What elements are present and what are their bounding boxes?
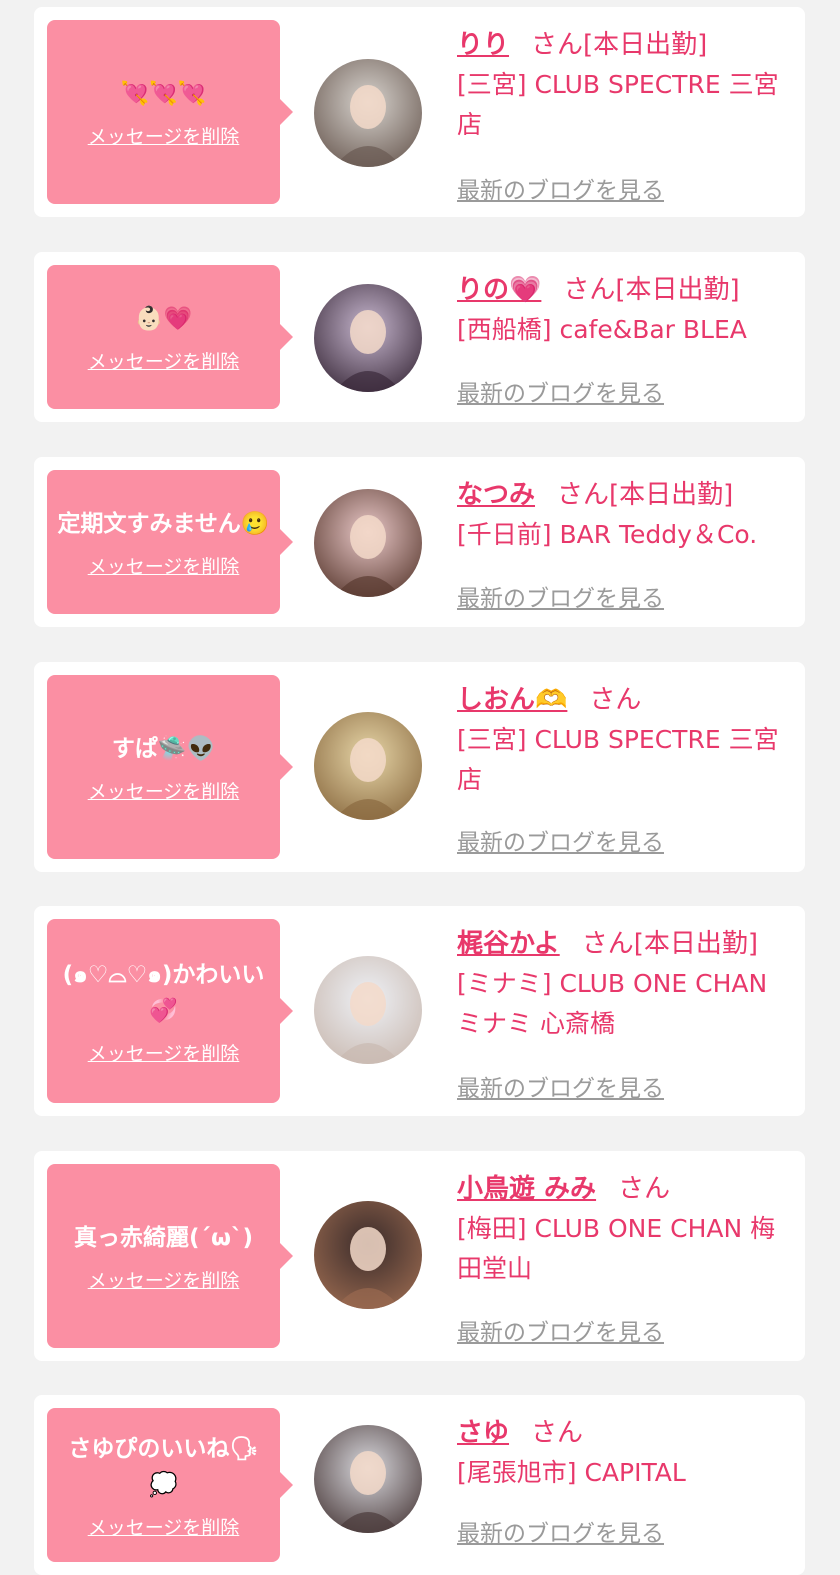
message-list: 💘💘💘 メッセージを削除 りり さん[本日出勤] [三宮] CLUB SPECT…: [0, 0, 840, 1575]
message-bubble: (๑♡⌓♡๑)かわいい💞 メッセージを削除: [47, 919, 293, 1103]
message-text: (๑♡⌓♡๑)かわいい💞: [62, 961, 265, 1024]
view-latest-blog-link[interactable]: 最新のブログを見る: [457, 1514, 664, 1548]
name-line: さゆ さん: [457, 1413, 791, 1453]
cast-name-link[interactable]: りの💗: [457, 275, 541, 305]
avatar-photo: [314, 1201, 422, 1309]
cast-info: 梶谷かよ さん[本日出勤] [ミナミ] CLUB ONE CHAN ミナミ 心斎橋: [457, 924, 791, 1044]
cast-info: りり さん[本日出勤] [三宮] CLUB SPECTRE 三宮店: [457, 25, 791, 145]
avatar-photo: [314, 59, 422, 167]
message-text: 💘💘💘: [120, 80, 207, 107]
name-line: しおん🫶 さん: [457, 680, 791, 720]
shop-name: [西船橋] cafe&Bar BLEA: [457, 315, 747, 344]
cast-info: なつみ さん[本日出勤] [千日前] BAR Teddy＆Co.: [457, 475, 791, 555]
attendance-status: [本日出勤]: [583, 30, 708, 60]
delete-message-link[interactable]: メッセージを削除: [88, 1039, 240, 1066]
name-line: 小鳥遊 みみ さん: [457, 1169, 791, 1209]
message-text: さゆぴのいいね🗣💭: [68, 1435, 259, 1498]
honorific: さん: [563, 275, 616, 305]
cast-name-link[interactable]: 梶谷かよ: [457, 929, 560, 959]
shop-name: [ミナミ] CLUB ONE CHAN ミナミ 心斎橋: [457, 969, 768, 1038]
attendance-status: [本日出勤]: [609, 480, 734, 510]
message-card: さゆぴのいいね🗣💭 メッセージを削除 さゆ さん [尾張旭市] CAPITAL …: [34, 1395, 805, 1575]
name-line: なつみ さん[本日出勤]: [457, 475, 791, 515]
honorific: さん: [557, 480, 610, 510]
message-card: 真っ赤綺麗(´ω`) メッセージを削除 小鳥遊 みみさん [梅田] CLUB: [34, 1151, 805, 1361]
message-card: すぱ🛸👽 メッセージを削除 しおん🫶 さん [三宮] CLUB SPECTRE …: [34, 662, 805, 872]
avatar[interactable]: [314, 712, 422, 820]
avatar-photo: [314, 956, 422, 1064]
delete-message-link[interactable]: メッセージを削除: [88, 777, 240, 804]
delete-message-link[interactable]: メッセージを削除: [88, 1266, 240, 1293]
delete-message-link[interactable]: メッセージを削除: [88, 1513, 240, 1540]
cast-info: さゆ さん [尾張旭市] CAPITAL: [457, 1413, 791, 1493]
message-bubble: 👶🏻💗 メッセージを削除: [47, 265, 293, 409]
view-latest-blog-link[interactable]: 最新のブログを見る: [457, 579, 664, 613]
cast-info: 小鳥遊 みみ さん [梅田] CLUB ONE CHAN 梅田堂山: [457, 1169, 791, 1289]
message-bubble: 真っ赤綺麗(´ω`) メッセージを削除: [47, 1164, 293, 1348]
cast-name-link[interactable]: りり: [457, 30, 509, 60]
message-text: 真っ赤綺麗(´ω`): [73, 1224, 253, 1251]
honorific: さん: [581, 929, 634, 959]
delete-message-link[interactable]: メッセージを削除: [88, 347, 240, 374]
honorific: さん: [618, 1174, 671, 1204]
message-card: 定期文すみません🥲 メッセージを削除 なつみ さん[本日出勤] [千日前] BA…: [34, 457, 805, 627]
cast-name-link[interactable]: 小鳥遊 みみ: [457, 1174, 596, 1204]
view-latest-blog-link[interactable]: 最新のブログを見る: [457, 823, 664, 857]
view-latest-blog-link[interactable]: 最新のブログを見る: [457, 1069, 664, 1103]
avatar[interactable]: [314, 1201, 422, 1309]
message-card: (๑♡⌓♡๑)かわいい💞 メッセージを削除 梶谷かよ さん[本日出勤] [ミナミ…: [34, 906, 805, 1116]
cast-info: しおん🫶 さん [三宮] CLUB SPECTRE 三宮店: [457, 680, 791, 800]
delete-message-link[interactable]: メッセージを削除: [88, 552, 240, 579]
shop-name: [三宮] CLUB SPECTRE 三宮店: [457, 725, 779, 794]
honorific: さん: [531, 1418, 584, 1448]
attendance-status: [本日出勤]: [615, 275, 740, 305]
view-latest-blog-link[interactable]: 最新のブログを見る: [457, 171, 664, 205]
honorific: さん: [589, 685, 642, 715]
cast-name-link[interactable]: さゆ: [457, 1418, 509, 1448]
attendance-status: [本日出勤]: [633, 929, 759, 959]
message-card: 👶🏻💗 メッセージを削除 りの💗 さん[本日出勤] [西船橋] cafe&Bar…: [34, 252, 805, 422]
cast-name-link[interactable]: なつみ: [457, 480, 535, 510]
delete-message-link[interactable]: メッセージを削除: [88, 122, 240, 149]
avatar-photo: [314, 489, 422, 597]
message-text: 👶🏻💗: [134, 305, 193, 332]
name-line: 梶谷かよ さん[本日出勤]: [457, 924, 791, 964]
honorific: さん: [531, 30, 584, 60]
view-latest-blog-link[interactable]: 最新のブログを見る: [457, 1313, 664, 1347]
avatar[interactable]: [314, 284, 422, 392]
shop-name: [梅田] CLUB ONE CHAN 梅田堂山: [457, 1214, 776, 1283]
avatar[interactable]: [314, 59, 422, 167]
message-bubble: 定期文すみません🥲 メッセージを削除: [47, 470, 293, 614]
view-latest-blog-link[interactable]: 最新のブログを見る: [457, 374, 664, 408]
avatar[interactable]: [314, 489, 422, 597]
shop-name: [尾張旭市] CAPITAL: [457, 1458, 686, 1487]
shop-name: [千日前] BAR Teddy＆Co.: [457, 520, 758, 549]
message-bubble: 💘💘💘 メッセージを削除: [47, 20, 293, 204]
name-line: りり さん[本日出勤]: [457, 25, 791, 65]
avatar[interactable]: [314, 956, 422, 1064]
message-text: 定期文すみません🥲: [57, 510, 270, 537]
avatar-photo: [314, 712, 422, 820]
message-card: 💘💘💘 メッセージを削除 りり さん[本日出勤] [三宮] CLUB SPECT…: [34, 7, 805, 217]
message-text: すぱ🛸👽: [111, 735, 216, 762]
name-line: りの💗 さん[本日出勤]: [457, 270, 791, 310]
avatar[interactable]: [314, 1425, 422, 1533]
message-bubble: さゆぴのいいね🗣💭 メッセージを削除: [47, 1408, 293, 1562]
cast-name-link[interactable]: しおん🫶: [457, 685, 567, 715]
message-bubble: すぱ🛸👽 メッセージを削除: [47, 675, 293, 859]
cast-info: りの💗 さん[本日出勤] [西船橋] cafe&Bar BLEA: [457, 270, 791, 350]
avatar-photo: [314, 1425, 422, 1533]
avatar-photo: [314, 284, 422, 392]
shop-name: [三宮] CLUB SPECTRE 三宮店: [457, 70, 779, 139]
